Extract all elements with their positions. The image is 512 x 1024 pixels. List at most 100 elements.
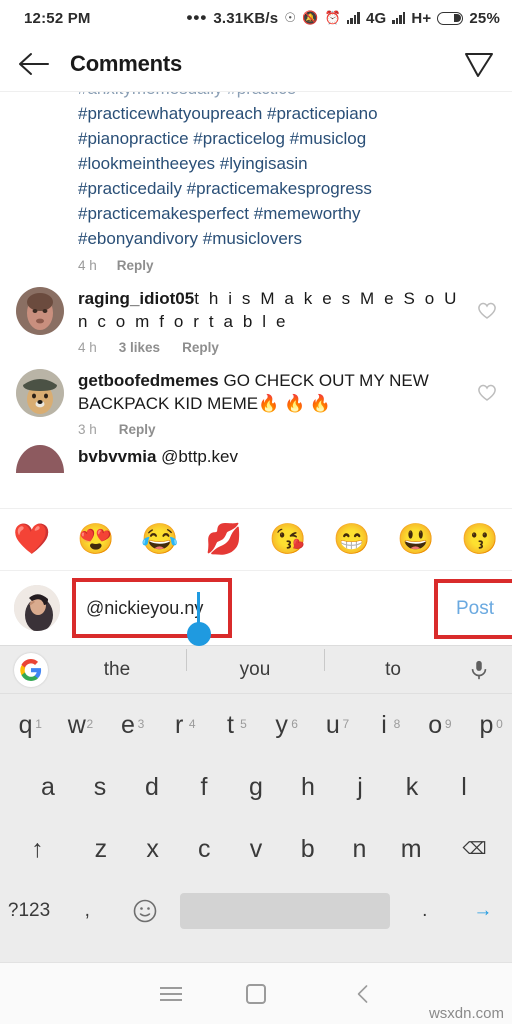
caption-line: #pianopractice #practicelog #musiclog (78, 129, 367, 148)
comment-text-line: bvbvvmia @bttp.kev (78, 445, 490, 468)
comment-reply-button[interactable]: Reply (182, 340, 219, 355)
caption-line: #lookmeintheeyes #lyingisasin (78, 154, 308, 173)
suggestion-word-2[interactable]: you (186, 648, 324, 681)
key-k[interactable]: k (386, 773, 438, 802)
key-z[interactable]: z (75, 835, 127, 864)
back-arrow-icon[interactable] (18, 51, 52, 77)
google-logo-icon[interactable] (14, 652, 48, 687)
key-r[interactable]: r4 (154, 711, 205, 740)
post-button-highlight-box[interactable]: Post (434, 579, 512, 639)
key-p[interactable]: p0 (461, 711, 512, 740)
emoji-key-icon[interactable] (116, 898, 174, 924)
comma-key[interactable]: , (58, 900, 116, 922)
comment-input-highlight-box[interactable]: @nickieyou.ny (72, 578, 232, 646)
post-button[interactable]: Post (456, 598, 494, 620)
caption-timestamp: 4 h (78, 258, 97, 273)
comment-username[interactable]: getboofedmemes (78, 371, 219, 390)
keyboard-suggestion-strip[interactable]: the you to (0, 646, 512, 694)
key-n[interactable]: n (334, 835, 386, 864)
key-q[interactable]: q1 (0, 711, 51, 740)
comment-input-field[interactable]: @nickieyou.ny (86, 598, 203, 619)
comment-item[interactable]: getboofedmemes GO CHECK OUT MY NEW BACKP… (0, 355, 512, 437)
heart-emoji[interactable]: ❤️ (13, 524, 50, 555)
key-t[interactable]: t5 (205, 711, 256, 740)
kissing-emoji[interactable]: 😘 (269, 524, 306, 555)
comment-text-line: getboofedmemes GO CHECK OUT MY NEW BACKP… (78, 369, 468, 415)
shift-key[interactable]: ↑ (0, 835, 75, 864)
key-m[interactable]: m (385, 835, 437, 864)
smile-emoji[interactable]: 😃 (397, 524, 434, 555)
key-y[interactable]: y6 (256, 711, 307, 740)
comment-username[interactable]: bvbvvmia (78, 447, 156, 466)
avatar[interactable] (16, 445, 64, 473)
app-header: Comments (0, 36, 512, 92)
page-title: Comments (70, 50, 183, 76)
caption-cut-line: #anxitymemesdaily #practice (78, 92, 494, 101)
comment-likes-count[interactable]: 3 likes (119, 340, 160, 355)
on-screen-keyboard[interactable]: the you to q1 w2 e3 r4 t5 y6 u7 i8 o9 p0 (0, 646, 512, 962)
key-w[interactable]: w2 (51, 711, 102, 740)
key-x[interactable]: x (127, 835, 179, 864)
key-d[interactable]: d (126, 773, 178, 802)
microphone-icon[interactable] (462, 659, 496, 681)
avatar[interactable] (16, 369, 64, 417)
spacebar-key[interactable] (180, 893, 390, 929)
key-l[interactable]: l (438, 773, 490, 802)
comments-feed[interactable]: #anxitymemesdaily #practice #practicewha… (0, 92, 512, 508)
key-j[interactable]: j (334, 773, 386, 802)
heart-outline-icon[interactable] (476, 381, 498, 403)
post-caption-hashtags: #anxitymemesdaily #practice #practicewha… (0, 92, 512, 251)
key-g[interactable]: g (230, 773, 282, 802)
suggestion-word-3[interactable]: to (324, 648, 462, 681)
comment-item-partial[interactable]: bvbvvmia @bttp.kev (0, 437, 512, 473)
keyboard-row-3[interactable]: ↑ z x c v b n m ⌫ (0, 818, 512, 880)
signal-bars-icon (346, 12, 360, 24)
caption-line: #practicemakesperfect #memeworthy (78, 204, 361, 223)
comment-item[interactable]: raging_idiot05t h i s M a k e s M e S o … (0, 273, 512, 355)
avatar[interactable] (16, 287, 64, 335)
keyboard-row-2[interactable]: a s d f g h j k l (0, 756, 512, 818)
grin-emoji[interactable]: 😁 (333, 524, 370, 555)
period-key[interactable]: . (396, 900, 454, 922)
key-s[interactable]: s (74, 773, 126, 802)
key-b[interactable]: b (282, 835, 334, 864)
keyboard-row-4[interactable]: ?123 , . → (0, 880, 512, 942)
comment-timestamp: 4 h (78, 340, 97, 355)
comment-meta-row: 4 h 3 likes Reply (78, 340, 468, 355)
key-e[interactable]: e3 (102, 711, 153, 740)
key-u[interactable]: u7 (307, 711, 358, 740)
current-user-avatar[interactable] (14, 585, 60, 631)
heart-outline-icon[interactable] (476, 299, 498, 321)
key-h[interactable]: h (282, 773, 334, 802)
joy-emoji[interactable]: 😂 (141, 524, 178, 555)
key-v[interactable]: v (230, 835, 282, 864)
network-type-4g: 4G (365, 9, 387, 27)
key-c[interactable]: c (178, 835, 230, 864)
caption-reply-button[interactable]: Reply (117, 258, 154, 273)
suggestion-items[interactable]: the you to (48, 648, 462, 681)
key-f[interactable]: f (178, 773, 230, 802)
heart-eyes-emoji[interactable]: 😍 (77, 524, 114, 555)
emoji-quick-reaction-bar[interactable]: ❤️ 😍 😂 💋 😘 😁 😃 😗 (0, 508, 512, 570)
status-dots-icon: ••• (186, 8, 208, 27)
key-o[interactable]: o9 (410, 711, 461, 740)
home-square-icon[interactable] (213, 983, 298, 1004)
symbols-key[interactable]: ?123 (0, 900, 58, 922)
back-chevron-icon[interactable] (299, 983, 427, 1005)
kissing-face-emoji[interactable]: 😗 (461, 524, 498, 555)
caption-line: #practicedaily #practicemakesprogress (78, 179, 372, 198)
enter-key-icon[interactable]: → (454, 900, 512, 922)
text-selection-handle[interactable] (187, 622, 211, 646)
backspace-key[interactable]: ⌫ (437, 839, 512, 859)
send-paper-plane-icon[interactable] (464, 49, 494, 79)
comment-reply-button[interactable]: Reply (119, 422, 156, 437)
key-a[interactable]: a (22, 773, 74, 802)
keyboard-row-1[interactable]: q1 w2 e3 r4 t5 y6 u7 i8 o9 p0 (0, 694, 512, 756)
watermark: wsxdn.com (428, 1005, 504, 1022)
key-i[interactable]: i8 (358, 711, 409, 740)
signal-bars-icon-2 (392, 12, 406, 24)
suggestion-word-1[interactable]: the (48, 659, 186, 681)
kiss-mark-emoji[interactable]: 💋 (205, 524, 242, 555)
comment-username[interactable]: raging_idiot05 (78, 289, 194, 308)
hamburger-menu-icon[interactable] (128, 983, 213, 1005)
